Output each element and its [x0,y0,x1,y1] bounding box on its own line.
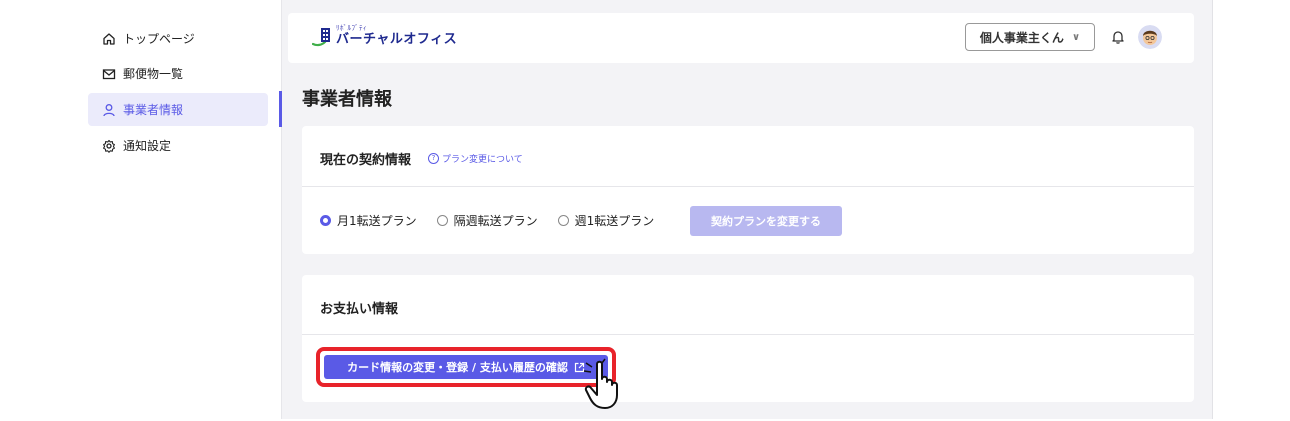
plan-option-label: 隔週転送プラン [453,214,538,228]
help-link-label: プラン変更について [442,155,523,165]
gear-icon [102,139,116,153]
plan-option-label: 週1転送プラン [574,214,655,228]
plan-change-help-link[interactable]: ? プラン変更について [428,152,523,165]
plan-option-weekly[interactable]: 週1転送プラン [557,212,655,229]
sidebar-item-notifications[interactable]: 通知設定 [88,129,268,162]
page-title: 事業者情報 [302,89,392,110]
plan-radio-group: 月1転送プラン 隔週転送プラン 週1転送プラン [320,212,674,229]
contract-title: 現在の契約情報 [320,153,412,168]
radio-icon[interactable] [436,215,448,226]
user-menu-button[interactable]: 個人事業主くん ∨ [965,23,1095,51]
active-indicator [279,91,282,127]
sidebar-item-label: トップページ [123,32,195,46]
payment-update-button[interactable]: カード情報の変更・登録 / 支払い履歴の確認 [324,355,608,379]
building-logo-icon [312,28,330,47]
question-icon: ? [428,153,439,164]
payment-card: お支払い情報 カード情報の変更・登録 / 支払い履歴の確認 [302,275,1194,402]
mail-icon [102,67,116,81]
home-icon [102,32,116,46]
divider [302,334,1194,335]
app-logo[interactable]: ﾘﾎﾞﾙﾌﾞﾃｨ バーチャルオフィス [312,24,457,47]
contract-card: 現在の契約情報 ? プラン変更について 月1転送プラン 隔週転送プラン 週1転送… [302,126,1194,254]
sidebar-item-label: 事業者情報 [123,103,184,117]
sidebar: トップページ 郵便物一覧 事業者情報 通知設定 [75,0,282,419]
pointer-hand-icon [583,358,618,409]
payment-button-label: カード情報の変更・登録 / 支払い履歴の確認 [347,361,568,374]
sidebar-item-label: 郵便物一覧 [123,67,184,81]
logo-text: バーチャルオフィス [336,32,458,47]
sidebar-item-mail-list[interactable]: 郵便物一覧 [88,57,268,90]
payment-title: お支払い情報 [320,302,399,317]
bell-icon[interactable] [1110,29,1126,45]
top-header: ﾘﾎﾞﾙﾌﾞﾃｨ バーチャルオフィス 個人事業主くん ∨ [288,13,1194,63]
user-name: 個人事業主くん [979,30,1064,45]
sidebar-item-label: 通知設定 [123,139,172,153]
change-plan-button[interactable]: 契約プランを変更する [690,206,842,236]
sidebar-item-business-info[interactable]: 事業者情報 [88,93,268,126]
plan-option-biweekly[interactable]: 隔週転送プラン [436,212,538,229]
divider [302,186,1194,187]
logo-subtext: ﾘﾎﾞﾙﾌﾞﾃｨ [336,24,367,32]
chevron-down-icon: ∨ [1071,31,1081,43]
plan-option-label: 月1転送プラン [337,214,417,228]
radio-selected-icon[interactable] [320,215,331,226]
avatar[interactable] [1138,25,1162,49]
radio-icon[interactable] [557,215,569,226]
sidebar-item-top-page[interactable]: トップページ [88,22,268,55]
plan-option-monthly[interactable]: 月1転送プラン [320,212,417,229]
user-icon [102,103,116,117]
